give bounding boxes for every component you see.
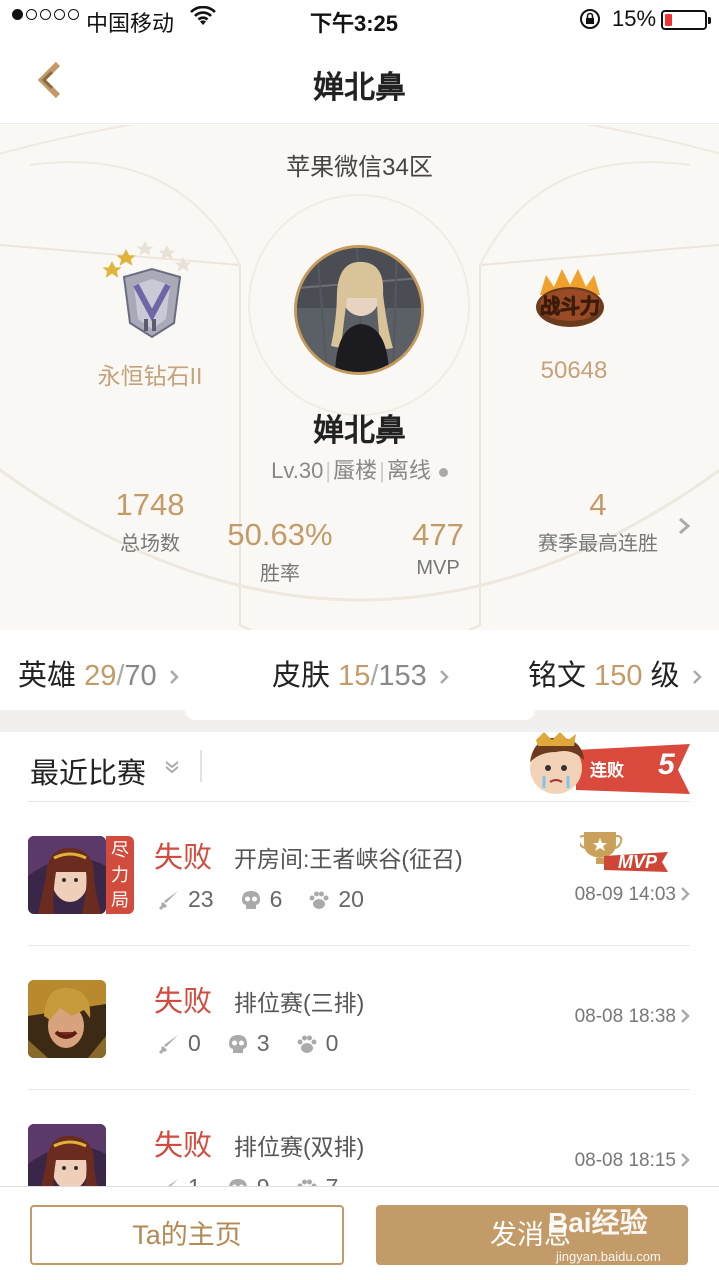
player-status: 离线 [386,458,431,483]
skull-icon [241,890,260,909]
player-name: 婵北鼻 [313,413,406,448]
recent-matches-title[interactable]: 最近比赛 [30,750,146,792]
carrier-name: 中国移动 [86,11,175,36]
watermark-logo: Bai经验 [548,1207,648,1238]
deaths: 6 [269,886,283,912]
streak-label: 连败 [590,761,624,780]
chevron-right-icon [169,670,179,685]
svg-text:战斗力: 战斗力 [540,294,600,318]
rotation-lock-icon [578,7,602,37]
kda: 0 3 0 [158,1030,364,1057]
skins-label: 皮肤 [272,660,331,692]
sword-icon [158,890,178,910]
skull-icon [228,1034,247,1053]
stat-value: 477 [412,517,464,552]
streak-value: 5 [658,748,675,781]
paw-icon [309,891,329,909]
chevron-right-icon[interactable] [677,517,691,535]
stat-win-rate: 50.63% 胜率 [200,517,360,586]
heroes-total: 70 [124,660,157,692]
battery-icon [661,10,711,30]
watermark-url: jingyan.baidu.com [556,1249,661,1264]
stat-label: 赛季最高连胜 [538,533,658,555]
stat-label: 胜率 [260,563,300,585]
runes-label: 铭文 [528,660,587,692]
match-time: 08-09 14:03 [574,884,676,905]
deaths: 3 [256,1030,270,1056]
chevron-right-icon[interactable] [680,886,690,902]
offline-dot-icon [438,467,448,477]
effort-tag: 尽力局 [106,836,134,914]
chevron-right-icon[interactable] [680,1008,690,1024]
match-mode: 排位赛(三排) [234,990,365,1016]
stat-best-streak[interactable]: 4 赛季最高连胜 [510,487,686,556]
section-divider [0,710,719,732]
avatar[interactable] [294,245,424,375]
chevron-right-icon [439,670,449,685]
stat-mvp: 477 MVP [378,517,498,580]
stat-label: MVP [416,557,460,579]
match-row[interactable]: 失败 排位赛(三排) 0 3 0 08-08 18:38 [28,946,690,1090]
runes-count-link[interactable]: 铭文 150 级 [528,652,702,694]
match-time: 08-08 18:15 [574,1150,676,1171]
collection-counts: 英雄 29/70 皮肤 15/153 铭文 150 级 [0,630,719,710]
kills: 0 [188,1030,201,1056]
status-bar: 中国移动 下午3:25 15% [0,0,719,40]
hero-portrait [28,836,106,914]
chevron-right-icon [692,670,702,685]
match-row[interactable]: 尽力局 失败 开房间:王者峡谷(征召) 23 6 20 MVP 08-09 14… [28,802,690,946]
skins-total: 153 [378,660,427,692]
match-mode: 排位赛(双排) [234,1134,365,1160]
match-time: 08-08 18:38 [574,1006,676,1027]
header-divider [200,750,202,782]
heroes-count-link[interactable]: 英雄 29/70 [18,652,179,694]
page-title: 婵北鼻 [313,70,406,105]
wifi-icon [190,5,216,34]
bottom-action-bar: Ta的主页 发消息 Bai经验 jingyan.baidu.com [0,1186,719,1280]
player-title: 蜃楼 [333,458,378,483]
match-result: 失败 [154,986,213,1018]
assists: 20 [338,886,364,912]
stat-value: 4 [589,487,607,522]
chevron-down-icon[interactable] [164,760,180,774]
chevron-right-icon[interactable] [680,1152,690,1168]
battery-percent: 15% [612,6,657,31]
sword-icon [158,1034,178,1054]
player-level: Lv.30 [271,458,324,483]
nav-bar: 婵北鼻 [0,40,719,124]
clock: 下午3:25 [310,11,399,36]
runes-unit: 级 [650,660,680,692]
skins-owned: 15 [338,660,371,692]
rank-name: 永恒钻石II [97,363,203,389]
skins-count-link[interactable]: 皮肤 15/153 [272,652,449,694]
server-name: 苹果微信34区 [286,154,433,181]
combat-power-value: 50648 [540,357,608,384]
mvp-label: MVP [618,852,658,872]
heroes-owned: 29 [84,660,117,692]
assists: 0 [325,1030,339,1056]
diamond-rank-icon[interactable] [100,235,204,345]
player-subinfo: Lv.30|蜃楼|离线 [0,453,719,485]
match-result: 失败 [154,1130,213,1162]
stat-value: 50.63% [227,517,333,552]
kda: 23 6 20 [158,886,390,913]
signal-strength-icon [12,9,79,20]
match-result: 失败 [154,842,213,874]
runes-value: 150 [594,660,643,692]
hero-portrait [28,980,106,1058]
profile-header: 苹果微信34区 永恒钻石II 战斗力 50648 婵北鼻 Lv.30|蜃楼|离线… [0,125,719,705]
kills: 23 [188,886,214,912]
recent-matches-header: 最近比赛 连败 5 [28,732,690,802]
combat-power-icon[interactable]: 战斗力 [530,265,610,335]
paw-icon [297,1035,317,1053]
profile-home-button[interactable]: Ta的主页 [30,1205,344,1265]
heroes-label: 英雄 [18,660,77,692]
match-mode: 开房间:王者峡谷(征召) [234,846,463,872]
